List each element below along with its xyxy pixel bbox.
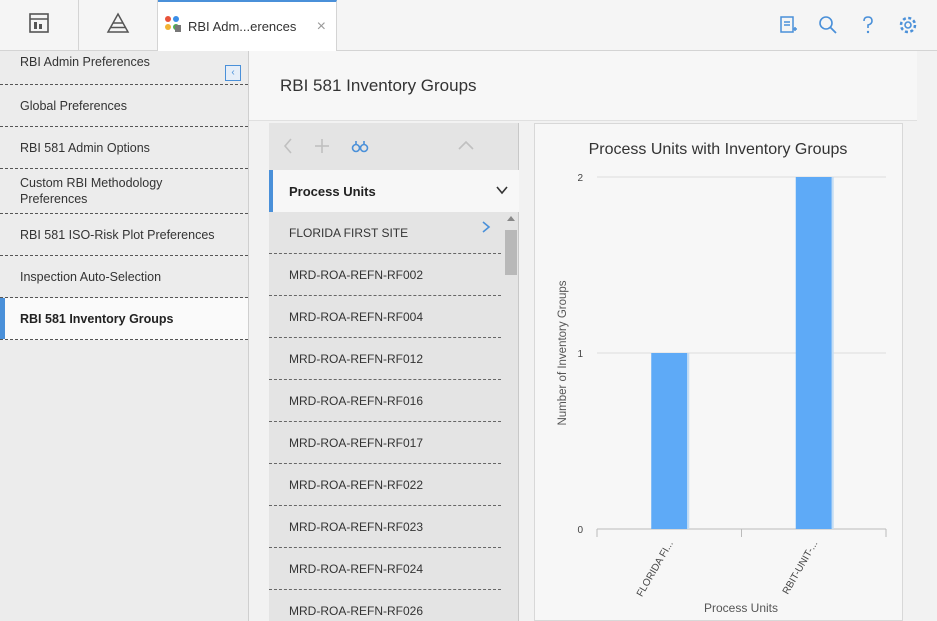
pyramid-icon — [106, 11, 130, 39]
chevron-right-icon[interactable] — [481, 220, 491, 237]
x-tick-label: FLORIDA FI... — [635, 539, 676, 599]
list-item[interactable]: MRD-ROA-REFN-RF004 — [269, 296, 501, 338]
list-item[interactable]: MRD-ROA-REFN-RF023 — [269, 506, 501, 548]
list-item-label: MRD-ROA-REFN-RF024 — [289, 561, 424, 576]
chart-y-ticks: 0 1 2 — [577, 173, 583, 536]
chart-panel: Process Units with Inventory Groups Numb… — [534, 123, 903, 621]
list-item[interactable]: FLORIDA FIRST SITE — [269, 212, 501, 254]
chart-grid — [596, 176, 887, 537]
sidebar-item-custom-rbi-methodology[interactable]: Custom RBI Methodology Preferences — [0, 169, 248, 214]
sidebar: RBI Admin Preferences ‹ Global Preferenc… — [0, 51, 249, 621]
help-icon[interactable] — [857, 14, 879, 36]
list-header-label: Process Units — [289, 183, 376, 199]
list-item[interactable]: MRD-ROA-REFN-RF022 — [269, 464, 501, 506]
sidebar-item-rbi-admin-preferences[interactable]: RBI Admin Preferences ‹ — [0, 51, 248, 85]
sidebar-item-label: RBI 581 Inventory Groups — [20, 311, 174, 326]
list-item-label: MRD-ROA-REFN-RF026 — [289, 603, 424, 618]
chart-x-axis-label: Process Units — [704, 601, 778, 615]
process-units-panel: Process Units FLORIDA FIRST SITE MRD-ROA… — [269, 123, 519, 621]
list-item-label: MRD-ROA-REFN-RF016 — [289, 393, 424, 408]
sidebar-item-global-preferences[interactable]: Global Preferences — [0, 85, 248, 127]
notes-icon[interactable] — [777, 14, 799, 36]
back-icon[interactable] — [282, 137, 294, 158]
collapse-sidebar-icon[interactable]: ‹ — [225, 65, 241, 81]
app-icon — [164, 15, 182, 38]
scroll-up-icon[interactable] — [507, 216, 515, 221]
add-icon[interactable] — [314, 137, 330, 158]
binoculars-icon[interactable] — [351, 137, 369, 158]
chart-x-ticks: FLORIDA FI... RBIT-UNIT-... — [635, 539, 820, 599]
scroll-thumb[interactable] — [505, 230, 517, 275]
y-tick-label: 2 — [577, 173, 583, 184]
tab-label: RBI Adm...erences — [188, 19, 297, 34]
chart-bar[interactable] — [651, 353, 688, 529]
chart-bar-shadow — [687, 353, 690, 529]
list-item[interactable]: MRD-ROA-REFN-RF017 — [269, 422, 501, 464]
list-scrollbar[interactable] — [504, 216, 518, 621]
chart-title: Process Units with Inventory Groups — [589, 141, 848, 158]
sidebar-item-inspection-auto-selection[interactable]: Inspection Auto-Selection — [0, 256, 248, 298]
chart-y-axis-label: Number of Inventory Groups — [557, 280, 569, 425]
page-title: RBI 581 Inventory Groups — [280, 76, 477, 95]
top-bar: RBI Adm...erences × — [0, 0, 937, 51]
sidebar-item-label: RBI 581 Admin Options — [20, 140, 150, 155]
chevron-up-icon[interactable] — [457, 137, 475, 158]
sidebar-item-inventory-groups[interactable]: RBI 581 Inventory Groups — [0, 298, 248, 340]
list-item-label: MRD-ROA-REFN-RF023 — [289, 519, 424, 534]
gear-icon[interactable] — [897, 14, 919, 36]
list-item[interactable]: MRD-ROA-REFN-RF016 — [269, 380, 501, 422]
list-item-label: MRD-ROA-REFN-RF017 — [289, 435, 424, 450]
dashboard-icon — [28, 12, 50, 39]
close-icon[interactable]: × — [317, 18, 326, 36]
process-units-list: FLORIDA FIRST SITE MRD-ROA-REFN-RF002 MR… — [269, 212, 501, 621]
list-item-label: FLORIDA FIRST SITE — [289, 225, 409, 240]
chevron-down-icon[interactable] — [495, 183, 509, 200]
list-item-label: MRD-ROA-REFN-RF002 — [289, 267, 424, 282]
sidebar-item-label: RBI Admin Preferences — [20, 55, 150, 69]
hierarchy-nav-button[interactable] — [79, 0, 158, 50]
list-item[interactable]: MRD-ROA-REFN-RF024 — [269, 548, 501, 590]
list-item-label: MRD-ROA-REFN-RF004 — [289, 309, 424, 324]
sidebar-item-label: RBI 581 ISO-Risk Plot Preferences — [20, 227, 215, 242]
process-units-header[interactable]: Process Units — [269, 170, 519, 212]
list-item[interactable]: MRD-ROA-REFN-RF002 — [269, 254, 501, 296]
dashboard-nav-button[interactable] — [0, 0, 79, 50]
sidebar-item-label: Inspection Auto-Selection — [20, 269, 162, 284]
search-icon[interactable] — [817, 14, 839, 36]
list-item[interactable]: MRD-ROA-REFN-RF012 — [269, 338, 501, 380]
list-item-label: MRD-ROA-REFN-RF012 — [289, 351, 424, 366]
page-header: RBI 581 Inventory Groups — [249, 51, 917, 121]
y-tick-label: 1 — [577, 349, 583, 360]
sidebar-item-rbi-581-admin-options[interactable]: RBI 581 Admin Options — [0, 127, 248, 169]
x-tick-label: RBIT-UNIT-... — [781, 539, 821, 596]
list-item[interactable]: MRD-ROA-REFN-RF026 — [269, 590, 501, 621]
tab-rbi-admin-preferences[interactable]: RBI Adm...erences × — [158, 0, 337, 51]
inventory-groups-chart: Process Units with Inventory Groups Numb… — [557, 141, 887, 615]
right-edge — [917, 51, 937, 621]
chart-bar[interactable] — [795, 177, 832, 529]
sidebar-item-label: Custom RBI Methodology Preferences — [20, 176, 163, 206]
y-tick-label: 0 — [577, 525, 583, 536]
sidebar-item-iso-risk-plot[interactable]: RBI 581 ISO-Risk Plot Preferences — [0, 214, 248, 256]
chart-bar-shadow — [831, 177, 834, 529]
sidebar-item-label: Global Preferences — [20, 98, 128, 113]
list-toolbar — [269, 123, 518, 169]
list-item-label: MRD-ROA-REFN-RF022 — [289, 477, 424, 492]
